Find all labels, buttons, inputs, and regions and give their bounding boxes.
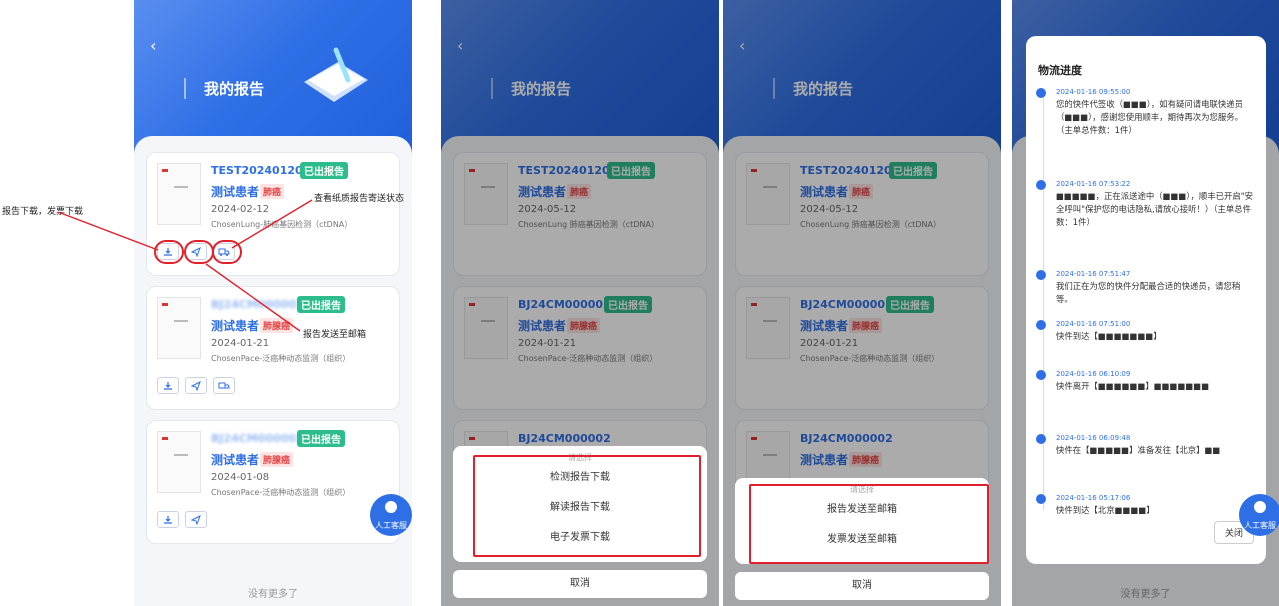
report-id: BJ24CM000002 xyxy=(211,298,304,311)
report-card[interactable]: BJ24CM000002 已出报告 测试患者 肺腺癌 2024-01-08 Ch… xyxy=(146,420,400,544)
check-icon xyxy=(1036,434,1046,444)
timeline-event: 2024-01-16 06:09:48 快件在【■■■■■】准备发往【北京】■■ xyxy=(1036,434,1254,457)
patient-name: 测试患者 xyxy=(211,453,260,467)
email-options-screen: ‹ 我的报告 TEST202401201 已出报告 测试患者 肺癌 2024-0… xyxy=(723,0,1001,606)
event-time: 2024-01-16 07:51:47 xyxy=(1056,270,1131,278)
no-more-text: 没有更多了 xyxy=(248,589,298,600)
report-card[interactable]: BJ24CM000002 已出报告 测试患者 肺腺癌 2024-01-21 Ch… xyxy=(146,286,400,410)
report-list: TEST202401201 已出报告 测试患者 肺癌 2024-02-12 Ch… xyxy=(134,136,412,606)
customer-service-button[interactable]: 人工客服 xyxy=(370,494,412,536)
product-name: ChosenPace-泛癌种动态监测（组织） xyxy=(211,488,351,497)
truck-icon xyxy=(218,382,230,388)
cancer-tag: 肺腺癌 xyxy=(260,318,294,333)
timeline-event: 2024-01-16 07:51:00 快件到达【■■■■■■■】 xyxy=(1036,320,1254,343)
download-icon xyxy=(164,515,172,524)
dialog-title: 物流进度 xyxy=(1038,64,1082,77)
report-list-screen: ‹ 我的报告 TEST202401201 已出报告 测试患者 肺癌 2024-0… xyxy=(134,0,412,606)
event-text: 快件离开【■■■■■■】■■■■■■■ xyxy=(1056,381,1210,391)
check-icon xyxy=(1036,370,1046,380)
logistics-dialog: 物流进度 2024-01-16 09:55:00 您的快件代签收（■■■），如有疑… xyxy=(1026,36,1266,564)
report-id: BJ24CM000002 xyxy=(211,432,304,445)
send-email-button[interactable] xyxy=(185,377,207,394)
patient-name: 测试患者 xyxy=(211,319,260,333)
annotation-send-email: 报告发送至邮箱 xyxy=(303,330,367,340)
report-date: 2024-02-12 xyxy=(211,204,270,215)
patient-name: 测试患者 xyxy=(211,185,260,199)
report-card[interactable]: TEST202401201 已出报告 测试患者 肺癌 2024-02-12 Ch… xyxy=(146,152,400,276)
download-icon xyxy=(164,381,172,390)
event-text: 您的快件代签收（■■■），如有疑问请电联快递员（■■■），感谢您使用顺丰，期待再… xyxy=(1056,99,1244,135)
cancer-tag: 肺癌 xyxy=(260,184,285,199)
annotation-paper-status: 查看纸质报告寄送状态 xyxy=(314,194,405,204)
check-icon xyxy=(1036,88,1046,98)
page-title: 我的报告 xyxy=(184,78,264,99)
timeline-event: 2024-01-16 07:51:47 我们正在为您的快件分配最合适的快递员，请您… xyxy=(1036,270,1254,306)
timeline-event: 2024-01-16 06:10:09 快件离开【■■■■■■】■■■■■■■ xyxy=(1036,370,1254,393)
report-thumbnail xyxy=(157,163,201,225)
check-icon xyxy=(1036,320,1046,330)
check-icon xyxy=(1036,494,1046,504)
product-name: ChosenPace-泛癌种动态监测（组织） xyxy=(211,354,351,363)
cancer-tag: 肺腺癌 xyxy=(260,452,294,467)
logistics-screen: 没有更多了 物流进度 2024-01-16 09:55:00 您的快件代签收（■■… xyxy=(1012,0,1279,606)
status-badge: 已出报告 xyxy=(297,430,345,447)
send-icon xyxy=(191,514,201,525)
timeline-event: 2024-01-16 09:55:00 您的快件代签收（■■■），如有疑问请电联快… xyxy=(1036,88,1254,137)
report-id: TEST202401201 xyxy=(211,164,311,177)
event-text: 快件到达【北京■■■■】 xyxy=(1056,505,1155,515)
event-time: 2024-01-16 07:53:22 xyxy=(1056,180,1131,188)
report-thumbnail xyxy=(157,431,201,493)
event-text: 快件在【■■■■■】准备发往【北京】■■ xyxy=(1056,445,1221,455)
event-text: ■■■■■，正在派送途中（■■■），顺丰已开启"安全呼叫"保护您的电话隐私,请放… xyxy=(1056,191,1253,227)
event-text: 快件到达【■■■■■■■】 xyxy=(1056,331,1162,341)
report-paper-icon xyxy=(304,47,368,102)
shipping-status-button[interactable] xyxy=(213,377,235,394)
event-time: 2024-01-16 05:17:06 xyxy=(1056,494,1131,502)
download-button[interactable] xyxy=(157,377,179,394)
timeline-event: 2024-01-16 05:17:06 快件到达【北京■■■■】 xyxy=(1036,494,1254,517)
status-badge: 已出报告 xyxy=(297,296,345,313)
send-icon xyxy=(191,380,201,391)
download-options-screen: ‹ 我的报告 TEST202401201 已出报告 测试患者 肺癌 2024-0… xyxy=(441,0,719,606)
annotation-ring xyxy=(184,240,214,264)
timeline-event: 2024-01-16 07:53:22 ■■■■■，正在派送途中（■■■），顺丰已… xyxy=(1036,180,1254,229)
annotation-download: 报告下载，发票下载 xyxy=(2,207,84,217)
event-time: 2024-01-16 06:10:09 xyxy=(1056,370,1131,378)
cancel-button[interactable]: 取消 xyxy=(735,572,989,600)
send-email-button[interactable] xyxy=(185,511,207,528)
report-date: 2024-01-21 xyxy=(211,338,270,349)
customer-service-button[interactable]: 人工客服 xyxy=(1239,494,1279,536)
annotation-ring xyxy=(212,240,242,264)
timeline-line xyxy=(1043,90,1044,510)
status-badge: 已出报告 xyxy=(300,162,348,179)
cancel-button[interactable]: 取消 xyxy=(453,570,707,598)
annotation-box xyxy=(749,484,989,564)
report-thumbnail xyxy=(157,297,201,359)
check-icon xyxy=(1036,180,1046,190)
event-text: 我们正在为您的快件分配最合适的快递员，请您稍等。 xyxy=(1056,281,1241,304)
event-time: 2024-01-16 09:55:00 xyxy=(1056,88,1131,96)
event-time: 2024-01-16 06:09:48 xyxy=(1056,434,1131,442)
back-icon[interactable]: ‹ xyxy=(150,36,156,55)
annotation-ring xyxy=(154,240,184,264)
event-time: 2024-01-16 07:51:00 xyxy=(1056,320,1131,328)
download-button[interactable] xyxy=(157,511,179,528)
check-icon xyxy=(1036,270,1046,280)
product-name: ChosenLung-肺癌基因检测（ctDNA） xyxy=(211,220,353,229)
annotation-box xyxy=(473,455,701,557)
report-date: 2024-01-08 xyxy=(211,472,270,483)
